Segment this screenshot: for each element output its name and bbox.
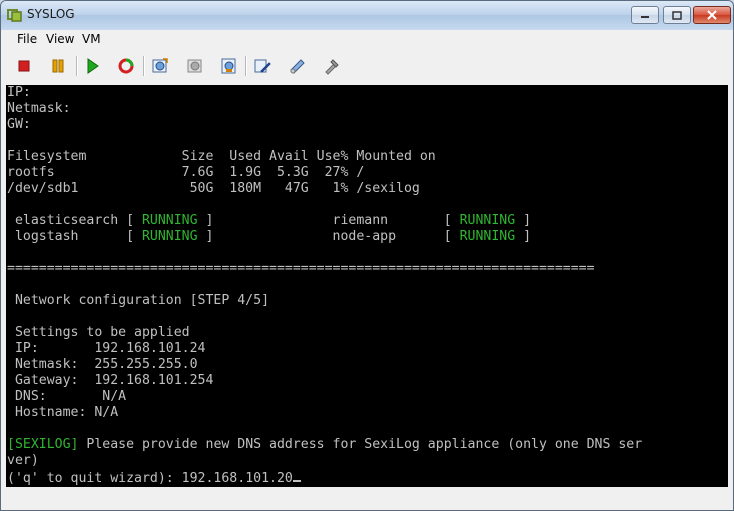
setting-netmask: Netmask: 255.255.255.0 bbox=[7, 357, 198, 372]
snapshot-button[interactable] bbox=[149, 55, 171, 77]
filesystem-row: rootfs 7.6G 1.9G 5.3G 27% / bbox=[7, 165, 365, 180]
filesystem-row: /dev/sdb1 50G 180M 47G 1% /sexilog bbox=[7, 181, 420, 196]
close-icon bbox=[707, 10, 717, 20]
window-title: SYSLOG bbox=[27, 7, 75, 21]
prompt-text: Please provide new DNS address for SexiL… bbox=[78, 437, 643, 452]
console-ip-line: IP: bbox=[7, 85, 31, 100]
close-button[interactable] bbox=[693, 6, 731, 24]
power-on-button[interactable] bbox=[81, 55, 103, 77]
minimize-icon bbox=[641, 16, 649, 18]
maximize-button[interactable] bbox=[663, 6, 691, 24]
revert-snapshot-button[interactable] bbox=[184, 55, 206, 77]
service-status: RUNNING bbox=[459, 229, 516, 244]
filesystem-header: Filesystem Size Used Avail Use% Mounted … bbox=[7, 149, 436, 164]
service-row: elasticsearch [ RUNNING ] riemann [ RUNN… bbox=[7, 213, 531, 229]
console-gw-line: GW: bbox=[7, 117, 31, 132]
service-bracket: ] bbox=[515, 213, 532, 228]
maximize-icon bbox=[672, 10, 682, 20]
prompt-line: [SEXILOG] Please provide new DNS address… bbox=[7, 437, 642, 453]
revert-snapshot-icon bbox=[187, 59, 202, 73]
prompt-input-line[interactable]: ('q' to quit wizard): 192.168.101.20 bbox=[7, 469, 301, 487]
service-name: elasticsearch [ bbox=[7, 213, 142, 228]
menu-view[interactable]: View bbox=[46, 32, 74, 46]
install-tools-button[interactable] bbox=[320, 55, 342, 77]
menu-file[interactable]: File bbox=[17, 32, 37, 46]
menu-bar: File View VM bbox=[2, 30, 732, 50]
vm-console-screen[interactable]: IP: Netmask: GW: Filesystem Size Used Av… bbox=[6, 85, 728, 487]
setting-ip: IP: 192.168.101.24 bbox=[7, 341, 206, 356]
power-off-icon bbox=[18, 60, 30, 72]
service-bracket: ] bbox=[515, 229, 532, 244]
service-bracket: ] bbox=[197, 229, 333, 244]
service-bracket: ] bbox=[197, 213, 333, 228]
reset-button[interactable] bbox=[115, 55, 137, 77]
service-status: RUNNING bbox=[141, 213, 198, 228]
prompt-quit-hint: ('q' to quit wizard): bbox=[7, 471, 182, 486]
toolbar-separator bbox=[245, 56, 247, 76]
suspend-icon bbox=[52, 59, 64, 73]
status-bar bbox=[2, 489, 732, 510]
toolbar bbox=[2, 50, 732, 84]
power-off-button[interactable] bbox=[13, 55, 35, 77]
edit-settings-button[interactable] bbox=[251, 55, 273, 77]
setting-hostname: Hostname: N/A bbox=[7, 405, 119, 420]
toolbar-separator bbox=[76, 56, 78, 76]
vm-console-window: SYSLOG File View VM IP: Netmask: GW: Fil… bbox=[0, 0, 734, 511]
prompt-tag: [SEXILOG] bbox=[7, 437, 79, 452]
title-bar[interactable]: SYSLOG bbox=[1, 1, 733, 29]
prompt-wrap: ver) bbox=[7, 453, 39, 468]
connect-device-icon bbox=[290, 59, 305, 74]
settings-title: Settings to be applied bbox=[7, 325, 190, 340]
step-title: Network configuration [STEP 4/5] bbox=[7, 293, 270, 308]
service-status: RUNNING bbox=[141, 229, 198, 244]
power-on-icon bbox=[87, 58, 99, 74]
service-status: RUNNING bbox=[459, 213, 516, 228]
separator-line: ========================================… bbox=[7, 261, 595, 276]
reset-icon bbox=[118, 58, 134, 74]
vmware-logo-icon bbox=[7, 9, 22, 22]
manage-snapshots-button[interactable] bbox=[218, 55, 240, 77]
service-name: logstash [ bbox=[7, 229, 142, 244]
service-name: riemann [ bbox=[332, 213, 460, 228]
minimize-button[interactable] bbox=[631, 6, 659, 24]
manage-snapshots-icon bbox=[221, 58, 236, 74]
dns-input[interactable]: 192.168.101.20 bbox=[182, 471, 293, 486]
suspend-button[interactable] bbox=[47, 55, 69, 77]
console-netmask-line: Netmask: bbox=[7, 101, 71, 116]
edit-settings-icon bbox=[254, 59, 271, 73]
connect-device-button[interactable] bbox=[286, 55, 308, 77]
text-cursor bbox=[292, 469, 301, 482]
install-tools-icon bbox=[325, 59, 339, 75]
setting-gateway: Gateway: 192.168.101.254 bbox=[7, 373, 214, 388]
menu-vm[interactable]: VM bbox=[82, 32, 101, 46]
service-name: node-app [ bbox=[332, 229, 460, 244]
service-row: logstash [ RUNNING ] node-app [ RUNNING … bbox=[7, 229, 531, 245]
snapshot-icon bbox=[152, 58, 168, 73]
setting-dns: DNS: N/A bbox=[7, 389, 127, 404]
toolbar-separator bbox=[143, 56, 145, 76]
